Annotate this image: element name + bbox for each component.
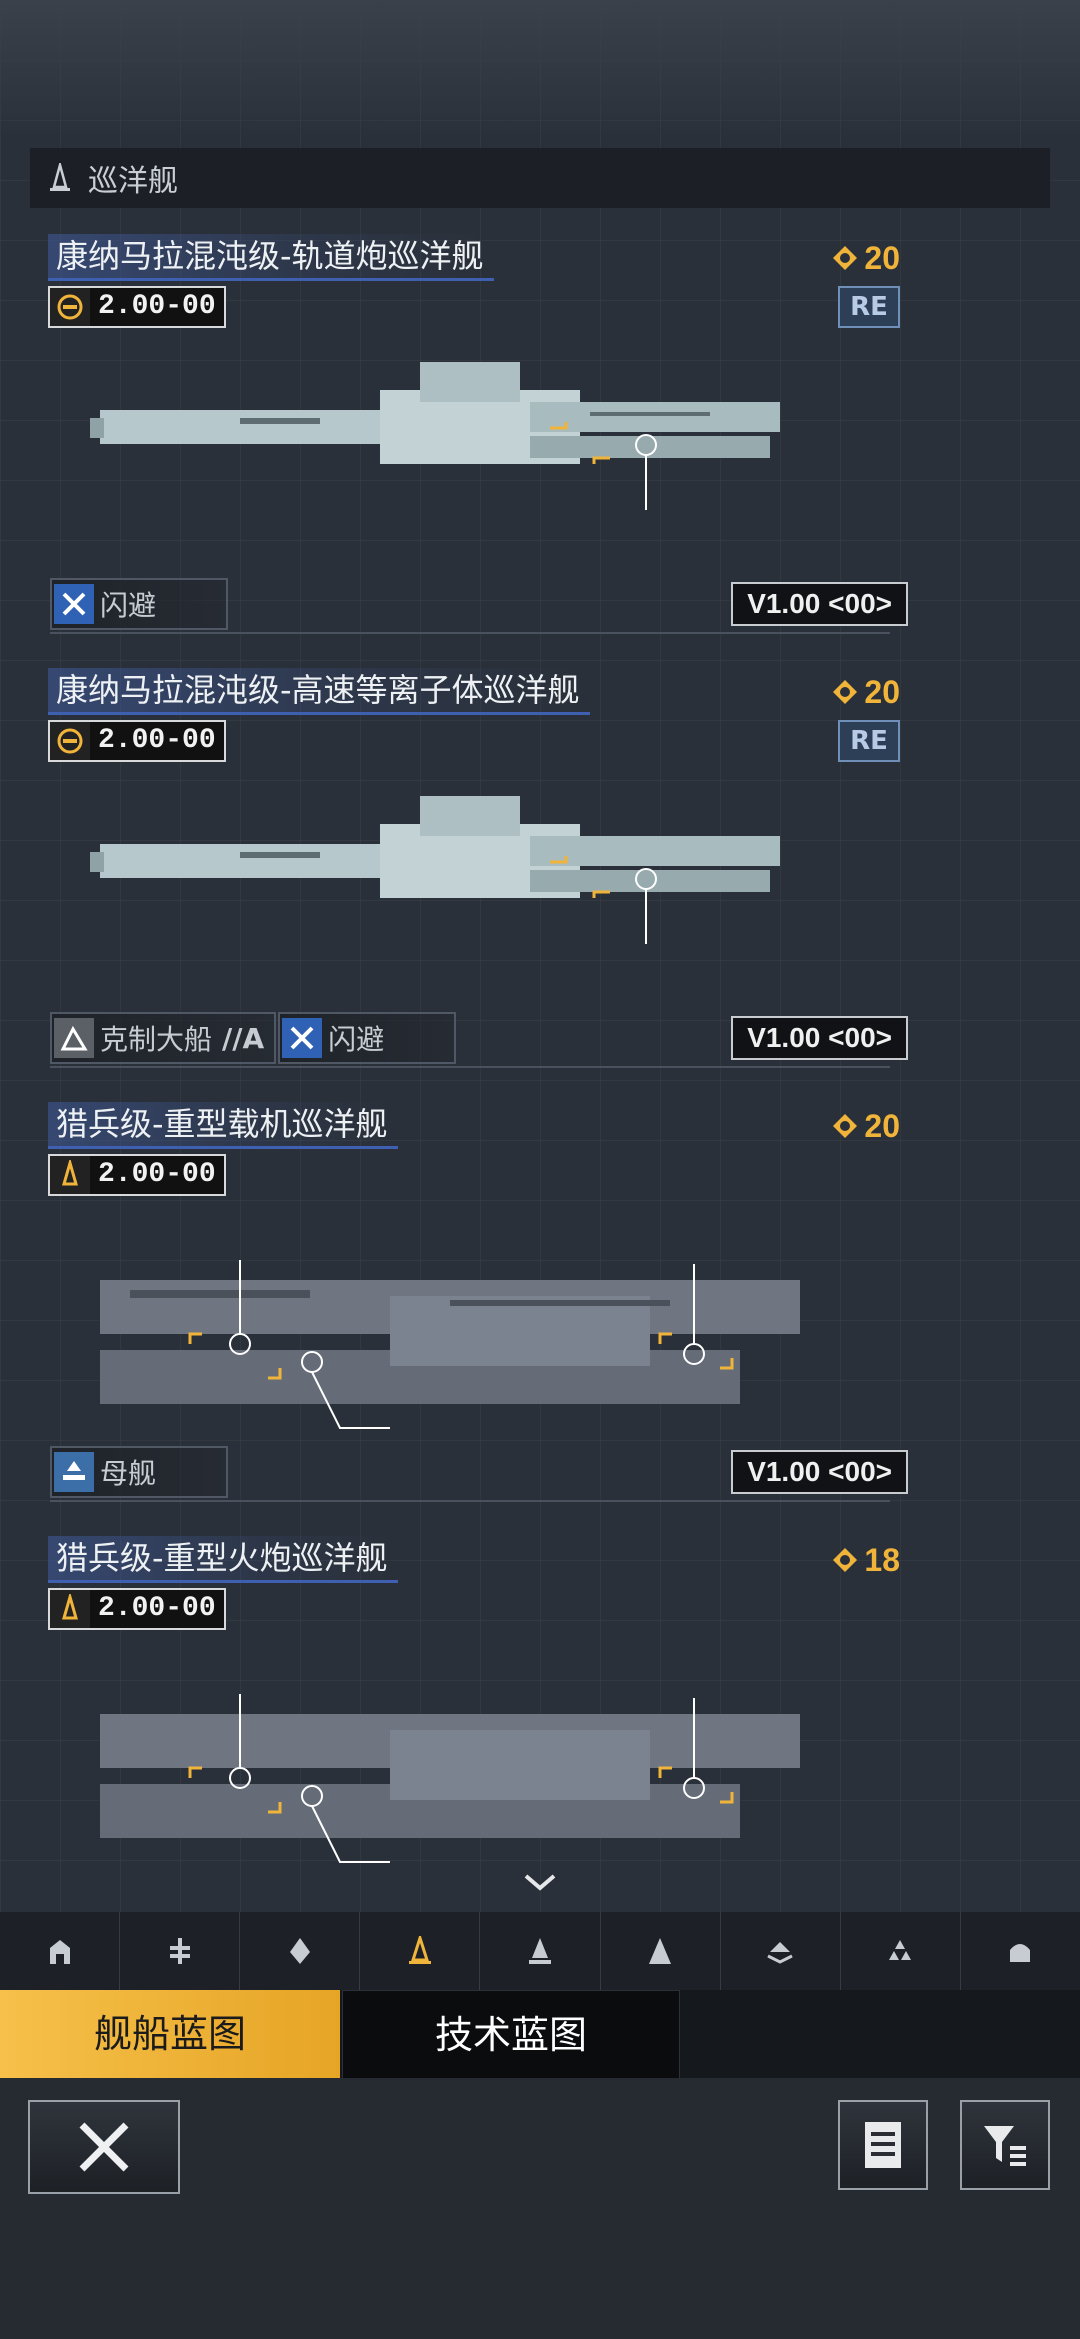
ship-name: 康纳马拉混沌级-高速等离子体巡洋舰: [48, 668, 590, 715]
stat-box: 2.00-00: [48, 720, 226, 762]
cost-value: 18: [864, 1541, 900, 1578]
document-icon: [865, 2122, 901, 2168]
carrier-icon: [767, 1942, 793, 1964]
ship-card[interactable]: 猎兵级-重型载机巡洋舰 20 2.00-00 母舰 V1.00 <00>: [30, 1102, 908, 1522]
gear-stat-icon: [50, 288, 90, 326]
tag-list: 克制大船 //A 闪避: [50, 1012, 458, 1064]
dodge-icon: [282, 1018, 323, 1058]
stat-value: 2.00-00: [90, 1156, 224, 1194]
tag-label: 闪避: [328, 1023, 385, 1056]
cruiser-icon: [408, 1936, 431, 1964]
category-auxiliary[interactable]: [961, 1912, 1080, 1990]
chevron-down-icon[interactable]: [522, 1870, 558, 1896]
filter-button[interactable]: [960, 2100, 1050, 2190]
cruiser-icon: [50, 163, 70, 191]
category-cruiser[interactable]: [360, 1912, 481, 1990]
re-badge: RE: [838, 720, 900, 762]
blueprint-tabs: 舰船蓝图 技术蓝图: [0, 1990, 1080, 2080]
cost-value: 20: [864, 1107, 900, 1144]
divider: [50, 632, 890, 634]
corvette-icon: [169, 1938, 190, 1964]
list-button[interactable]: [838, 2100, 928, 2190]
stat-box: 2.00-00: [48, 1154, 226, 1196]
tag-label: 母舰: [100, 1457, 157, 1490]
tag-list: 闪避: [50, 578, 230, 630]
version-badge: V1.00 <00>: [731, 1016, 908, 1060]
bottom-bar: [0, 2078, 1080, 2339]
ship-cost: 20: [832, 238, 900, 278]
ship-cost: 20: [832, 672, 900, 712]
top-fade: [0, 0, 1080, 140]
ship-render: [100, 1260, 800, 1429]
version-badge: V1.00 <00>: [731, 1450, 908, 1494]
category-battlecruiser[interactable]: [601, 1912, 721, 1990]
tab-ship-blueprint[interactable]: 舰船蓝图: [0, 1990, 340, 2078]
close-icon: [79, 2122, 129, 2172]
divider: [50, 1500, 890, 1502]
stat-value: 2.00-00: [90, 722, 224, 760]
auxiliary-icon: [1010, 1944, 1031, 1962]
battlecruiser-icon: [649, 1938, 672, 1964]
category-corvette[interactable]: [120, 1912, 241, 1990]
ship-card[interactable]: 康纳马拉混沌级-高速等离子体巡洋舰 20 2.00-00 RE 克制大船 //A: [30, 668, 908, 1088]
tag-dodge: 闪避: [50, 578, 229, 630]
cost-value: 20: [864, 673, 900, 710]
ship-card[interactable]: 猎兵级-重型火炮巡洋舰 18 2.00-00: [30, 1536, 900, 1863]
section-title: 巡洋舰: [88, 164, 178, 199]
tag-label: 闪避: [100, 589, 157, 622]
ship-render: [100, 1694, 800, 1863]
dodge-icon: [54, 584, 94, 624]
tag-label: 克制大船: [100, 1023, 213, 1056]
stat-value: 2.00-00: [90, 288, 224, 326]
ship-name: 猎兵级-重型火炮巡洋舰: [48, 1536, 398, 1583]
category-destroyer[interactable]: [480, 1912, 601, 1990]
filter-icon: [984, 2126, 1026, 2166]
fighter-icon: [49, 1940, 70, 1964]
category-battleship[interactable]: [841, 1912, 961, 1990]
cost-value: 20: [864, 239, 900, 276]
command-points-icon: [833, 1114, 858, 1138]
close-button[interactable]: [28, 2100, 180, 2194]
category-fighter[interactable]: [0, 1912, 121, 1990]
frigate-icon: [289, 1938, 310, 1964]
carrier-icon: [54, 1452, 94, 1492]
ship-cost: 20: [832, 1106, 900, 1146]
ship-render: [90, 362, 780, 510]
destroyer-icon: [528, 1938, 551, 1964]
stat-box: 2.00-00: [48, 1588, 226, 1630]
command-points-icon: [833, 1548, 858, 1572]
ship-card[interactable]: 康纳马拉混沌级-轨道炮巡洋舰 20 2.00-00 RE 闪避 V1.00 <0…: [30, 234, 908, 654]
category-bar: [0, 1912, 1080, 1990]
category-frigate[interactable]: [240, 1912, 361, 1990]
cruiser-stat-icon: [50, 1590, 90, 1628]
gear-stat-icon: [50, 722, 90, 760]
counter-large-icon: [54, 1018, 94, 1058]
cruiser-stat-icon: [50, 1156, 90, 1194]
tag-suffix: //A: [222, 1021, 265, 1055]
tab-tech-blueprint[interactable]: 技术蓝图: [342, 1990, 680, 2080]
ship-render: [90, 796, 780, 944]
stat-value: 2.00-00: [90, 1590, 224, 1628]
command-points-icon: [833, 680, 858, 704]
battleship-icon: [889, 1940, 912, 1960]
tag-carrier: 母舰: [50, 1446, 229, 1498]
version-badge: V1.00 <00>: [731, 582, 908, 626]
category-carrier[interactable]: [721, 1912, 841, 1990]
re-badge: RE: [838, 286, 900, 328]
ship-name: 康纳马拉混沌级-轨道炮巡洋舰: [48, 234, 494, 281]
tag-list: 母舰: [50, 1446, 230, 1498]
divider: [50, 1066, 890, 1068]
stat-box: 2.00-00: [48, 286, 226, 328]
tag-counter-large: 克制大船 //A: [50, 1012, 277, 1064]
ship-cost: 18: [832, 1540, 900, 1580]
ship-name: 猎兵级-重型载机巡洋舰: [48, 1102, 398, 1149]
section-header: 巡洋舰: [30, 148, 1050, 208]
tag-dodge: 闪避: [278, 1012, 457, 1064]
command-points-icon: [833, 246, 858, 270]
